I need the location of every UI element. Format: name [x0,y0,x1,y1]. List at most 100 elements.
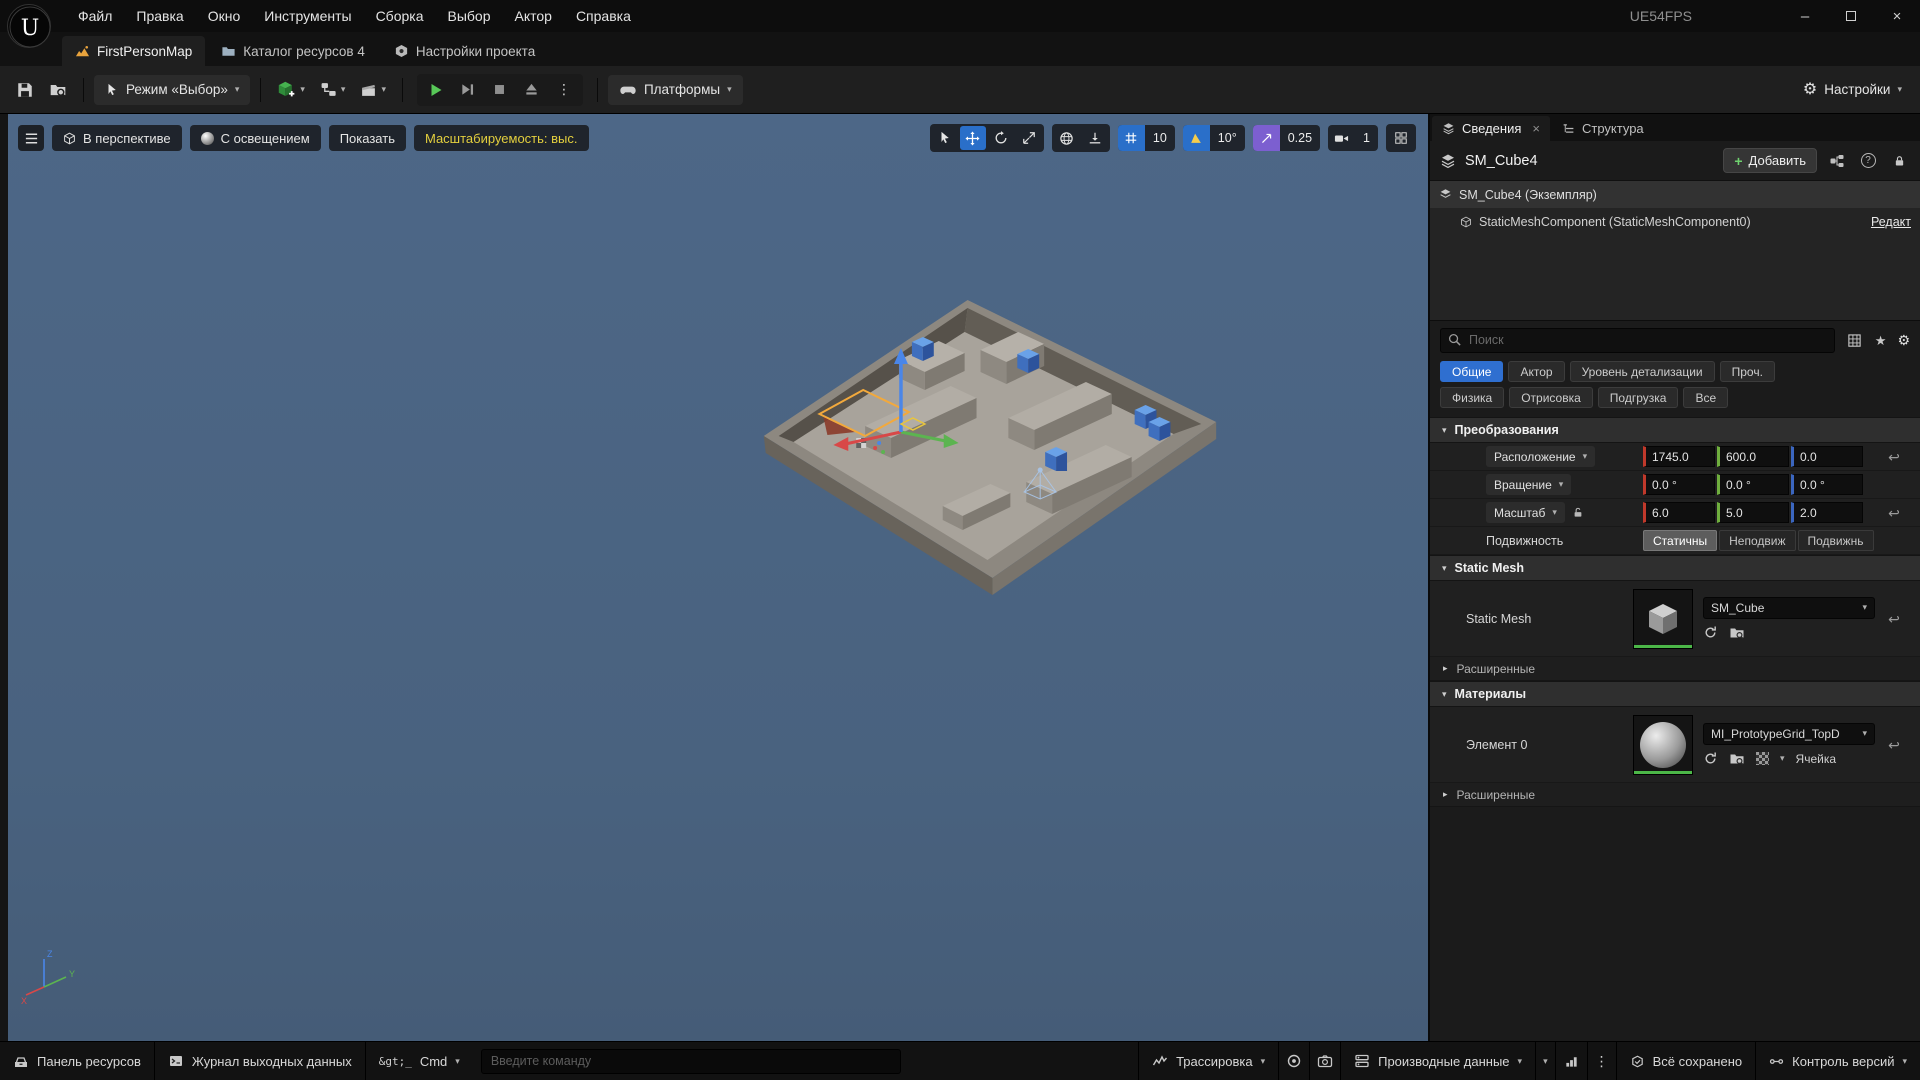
rotation-dropdown[interactable]: Вращение ▾ [1486,474,1571,495]
tab-project-settings[interactable]: Настройки проекта [381,36,548,66]
grid-snap-control[interactable]: 10 [1118,125,1175,151]
cinematics-dropdown[interactable]: ▾ [354,74,392,106]
viewport-options-button[interactable] [18,125,44,151]
rotation-y-field[interactable]: 0.0 ° [1717,474,1789,495]
details-settings-gear-icon[interactable]: ⚙ [1897,333,1910,347]
angle-snap-icon[interactable] [1183,125,1210,151]
eject-button[interactable] [517,76,547,104]
filter-general[interactable]: Общие [1440,361,1503,382]
section-transform[interactable]: ▾ Преобразования [1430,417,1920,443]
settings-dropdown[interactable]: ⚙ Настройки ▾ [1803,82,1910,98]
level-viewport[interactable]: В перспективе С освещением Показать Масш… [8,114,1428,1041]
texture-icon[interactable] [1756,752,1769,765]
scale-z-field[interactable]: 2.0 [1791,502,1863,523]
maximize-button[interactable] [1828,0,1874,32]
filter-misc[interactable]: Проч. [1720,361,1775,382]
edit-link[interactable]: Редакт [1871,215,1911,229]
menu-select[interactable]: Выбор [435,0,502,32]
material-thumbnail[interactable] [1633,715,1693,775]
tree-row-component[interactable]: StaticMeshComponent (StaticMeshComponent… [1430,208,1920,235]
menu-file[interactable]: Файл [66,0,124,32]
scale-tool-button[interactable] [1016,126,1042,150]
trace-record-button[interactable] [1278,1042,1309,1080]
show-dropdown[interactable]: Показать [329,125,406,151]
console-command-input[interactable] [481,1049,901,1074]
reset-static-mesh-icon[interactable]: ↩ [1884,612,1904,626]
viewport-layout-button[interactable] [1388,126,1414,150]
advanced-row-materials[interactable]: ▸ Расширенные [1430,783,1920,807]
mobility-static[interactable]: Статичны [1643,530,1717,551]
menu-window[interactable]: Окно [196,0,253,32]
browse-content-button[interactable] [43,74,73,106]
rotate-tool-button[interactable] [988,126,1014,150]
tab-firstpersonmap[interactable]: FirstPersonMap [62,36,205,66]
scalability-warning[interactable]: Масштабируемость: выс. [414,125,589,151]
source-control-dropdown[interactable]: Контроль версий ▾ [1755,1042,1920,1080]
menu-actor[interactable]: Актор [502,0,563,32]
help-button[interactable]: ? [1857,151,1879,171]
mobility-stationary[interactable]: Неподвиж [1719,530,1795,551]
cell-label[interactable]: Ячейка [1796,752,1836,766]
camera-icon[interactable] [1328,125,1355,151]
cmd-dropdown[interactable]: &gt;_ Cmd ▾ [366,1042,473,1080]
scale-x-field[interactable]: 6.0 [1643,502,1715,523]
use-selected-icon[interactable] [1703,625,1718,640]
output-log-button[interactable]: Журнал выходных данных [155,1042,366,1080]
grid-snap-icon[interactable] [1118,125,1145,151]
move-tool-button[interactable] [960,126,986,150]
mobility-movable[interactable]: Подвижнь [1798,530,1874,551]
play-options-kebab[interactable]: ⋮ [549,76,579,104]
use-selected-icon[interactable] [1703,751,1718,766]
editor-mode-dropdown[interactable]: Режим «Выбор» ▾ [94,75,250,105]
display-settings-icon[interactable] [1846,331,1864,349]
rotation-x-field[interactable]: 0.0 ° [1643,474,1715,495]
unreal-logo-icon[interactable]: U [7,4,51,48]
scale-y-field[interactable]: 5.0 [1717,502,1789,523]
filter-streaming[interactable]: Подгрузка [1598,387,1679,408]
location-x-field[interactable]: 1745.0 [1643,446,1715,467]
lock-details-button[interactable] [1888,151,1910,171]
filter-all[interactable]: Все [1683,387,1728,408]
reset-scale-icon[interactable]: ↩ [1884,506,1904,520]
filter-actor[interactable]: Актор [1508,361,1564,382]
trace-screenshot-button[interactable] [1309,1042,1340,1080]
advanced-row-static-mesh[interactable]: ▸ Расширенные [1430,657,1920,681]
resource-usage-button[interactable] [1555,1042,1587,1080]
browse-to-asset-icon[interactable] [1729,751,1745,767]
save-button[interactable] [10,74,40,106]
location-dropdown[interactable]: Расположение ▾ [1486,446,1595,467]
reset-location-icon[interactable]: ↩ [1884,450,1904,464]
filter-physics[interactable]: Физика [1440,387,1504,408]
reset-material-icon[interactable]: ↩ [1884,738,1904,752]
tab-outliner[interactable]: Структура [1552,116,1654,141]
select-tool-button[interactable] [932,126,958,150]
filter-lod[interactable]: Уровень детализации [1570,361,1715,382]
scale-snap-value[interactable]: 0.25 [1280,125,1320,151]
grid-snap-value[interactable]: 10 [1145,125,1175,151]
save-status-button[interactable]: Всё сохранено [1616,1042,1756,1080]
surface-snap-toggle[interactable] [1082,126,1108,150]
menu-help[interactable]: Справка [564,0,643,32]
perspective-dropdown[interactable]: В перспективе [52,125,182,151]
scale-dropdown[interactable]: Масштаб ▾ [1486,502,1565,523]
rotation-snap-control[interactable]: 10° [1183,125,1245,151]
scale-snap-control[interactable]: 0.25 [1253,125,1320,151]
location-y-field[interactable]: 600.0 [1717,446,1789,467]
add-component-button[interactable]: + Добавить [1723,148,1817,173]
filter-rendering[interactable]: Отрисовка [1509,387,1593,408]
static-mesh-combo[interactable]: SM_Cube ▾ [1703,597,1875,619]
derived-data-dropdown[interactable]: Производные данные ▾ [1340,1042,1535,1080]
favorites-star-icon[interactable]: ★ [1875,334,1887,347]
view-mode-dropdown[interactable]: С освещением [190,125,321,151]
close-button[interactable]: × [1874,0,1920,32]
menu-edit[interactable]: Правка [124,0,195,32]
camera-speed-value[interactable]: 1 [1355,125,1378,151]
browse-to-asset-icon[interactable] [1729,625,1745,641]
material-combo[interactable]: MI_PrototypeGrid_TopD ▾ [1703,723,1875,745]
trace-dropdown[interactable]: Трассировка ▾ [1138,1042,1278,1080]
derived-data-extra-dropdown[interactable]: ▾ [1535,1042,1555,1080]
section-materials[interactable]: ▾ Материалы [1430,681,1920,707]
tree-row-actor[interactable]: SM_Cube4 (Экземпляр) [1430,181,1920,208]
close-icon[interactable]: × [1532,121,1540,136]
location-z-field[interactable]: 0.0 [1791,446,1863,467]
